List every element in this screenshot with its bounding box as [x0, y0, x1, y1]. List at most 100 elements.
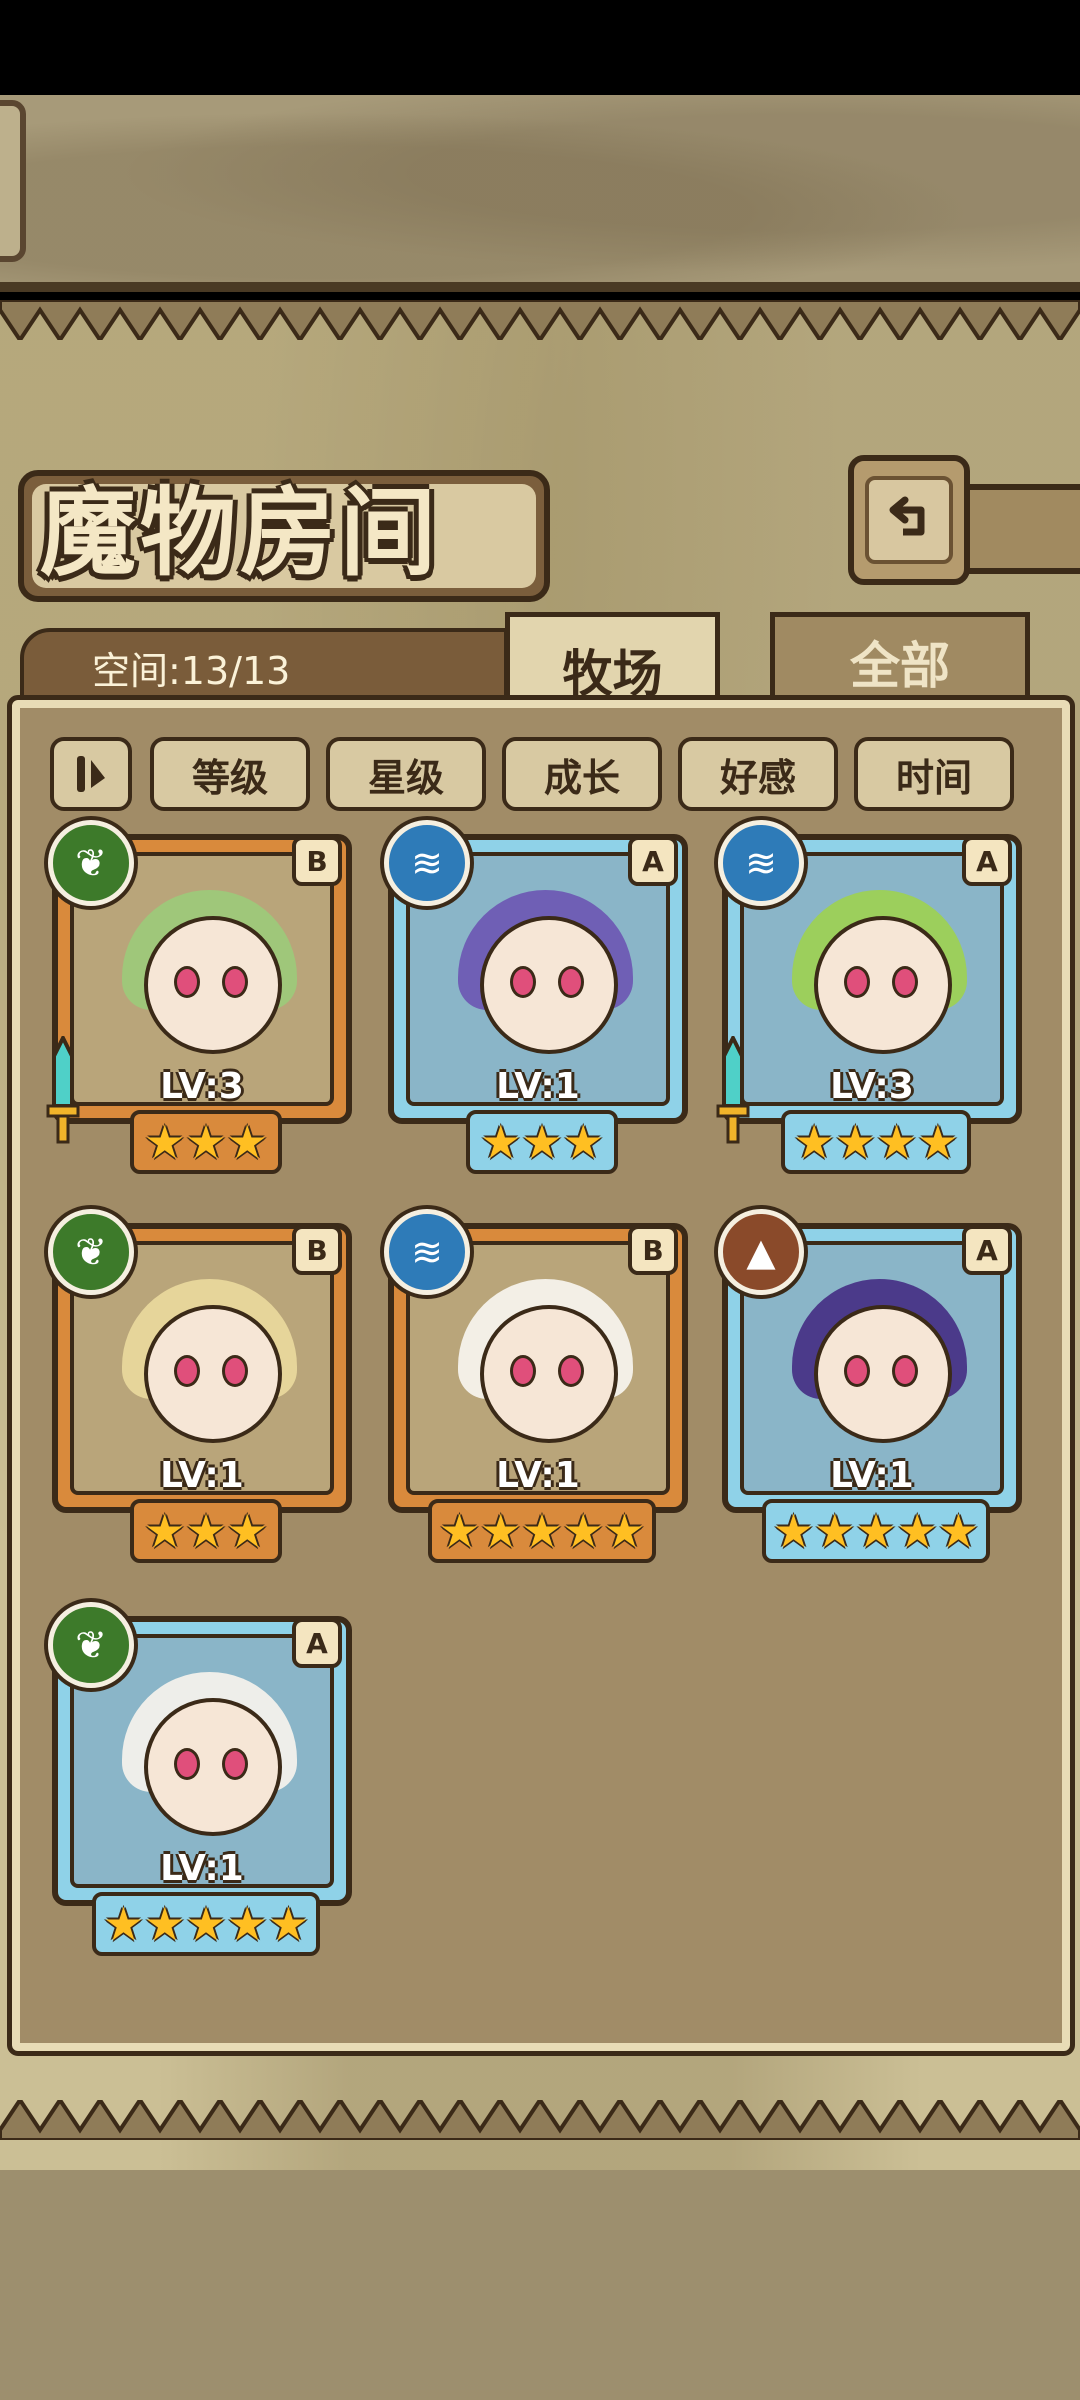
- star-icon: ★: [226, 1897, 268, 1951]
- divider: [0, 282, 1080, 292]
- star-icon: ★: [226, 1115, 268, 1169]
- star-icon: ★: [144, 1504, 186, 1558]
- rank-badge: B: [292, 1225, 342, 1275]
- monster-eye: [892, 966, 918, 998]
- star-icon: ★: [855, 1504, 897, 1558]
- sort-order-toggle[interactable]: [50, 737, 132, 811]
- monster-face: [144, 1305, 282, 1443]
- water-icon: ≋: [384, 1209, 470, 1295]
- rank-badge: B: [628, 1225, 678, 1275]
- star-icon: ★: [267, 1897, 310, 1951]
- level-label: LV:3: [830, 1066, 914, 1107]
- monster-eye: [222, 966, 248, 998]
- star-rating: ★ ★ ★: [130, 1110, 282, 1174]
- star-icon: ★: [438, 1504, 481, 1558]
- monster-eye: [222, 1748, 248, 1780]
- monster-card[interactable]: B ❦ LV:1 ★ ★ ★: [48, 1209, 352, 1563]
- rank-badge: A: [962, 1225, 1012, 1275]
- star-icon: ★: [185, 1897, 227, 1951]
- sort-growth-button[interactable]: 成长: [502, 737, 662, 811]
- star-rating: ★ ★ ★: [466, 1110, 618, 1174]
- monster-eye: [174, 1355, 200, 1387]
- level-label: LV:1: [160, 1455, 244, 1496]
- earth-icon: ▲: [718, 1209, 804, 1295]
- monster-face: [480, 1305, 618, 1443]
- star-icon: ★: [603, 1504, 646, 1558]
- star-rating: ★ ★ ★: [130, 1499, 282, 1563]
- back-button[interactable]: [848, 455, 970, 585]
- star-icon: ★: [480, 1504, 522, 1558]
- monster-face: [814, 1305, 952, 1443]
- star-icon: ★: [521, 1504, 563, 1558]
- level-label: LV:1: [160, 1848, 244, 1889]
- star-rating: ★ ★ ★ ★ ★: [92, 1892, 320, 1956]
- star-icon: ★: [144, 1897, 186, 1951]
- world-map-bottom: [0, 2170, 1080, 2400]
- left-handle: [0, 100, 26, 262]
- level-label: LV:1: [496, 1455, 580, 1496]
- rank-badge: A: [628, 836, 678, 886]
- rank-badge: B: [292, 836, 342, 886]
- rank-badge: A: [292, 1618, 342, 1668]
- tab-all[interactable]: 全部: [770, 612, 1030, 712]
- monster-eye: [174, 1748, 200, 1780]
- star-icon: ★: [562, 1504, 604, 1558]
- monster-face: [144, 1698, 282, 1836]
- sort-affection-button[interactable]: 好感: [678, 737, 838, 811]
- star-icon: ★: [480, 1115, 522, 1169]
- world-map-top: [0, 95, 1080, 290]
- monster-eye: [510, 966, 536, 998]
- monster-face: [480, 916, 618, 1054]
- star-icon: ★: [937, 1504, 980, 1558]
- zigzag-top: [0, 300, 1080, 340]
- status-bar: [0, 0, 1080, 95]
- star-rating: ★ ★ ★ ★: [781, 1110, 971, 1174]
- monster-card[interactable]: A ≋ LV:1 ★ ★ ★: [384, 820, 688, 1174]
- star-icon: ★: [144, 1115, 186, 1169]
- grass-icon: ❦: [48, 820, 134, 906]
- star-icon: ★: [562, 1115, 604, 1169]
- monster-card[interactable]: A ❦ LV:1 ★ ★ ★ ★ ★: [48, 1602, 352, 1956]
- capacity-text: 空间:13/13: [92, 649, 291, 693]
- sword-icon: [46, 1036, 80, 1144]
- star-icon: ★: [102, 1897, 145, 1951]
- page-title: 魔物房间: [40, 477, 440, 589]
- star-icon: ★: [917, 1115, 959, 1169]
- monster-card[interactable]: A ≋ LV:3 ★ ★ ★ ★: [716, 820, 1022, 1174]
- monster-face: [814, 916, 952, 1054]
- star-icon: ★: [876, 1115, 918, 1169]
- monster-eye: [558, 1355, 584, 1387]
- monster-eye: [174, 966, 200, 998]
- star-icon: ★: [793, 1115, 835, 1169]
- star-icon: ★: [185, 1504, 227, 1558]
- sword-icon: [716, 1036, 750, 1144]
- monster-card[interactable]: B ❦ LV:3 ★ ★ ★: [46, 820, 352, 1174]
- zigzag-bottom: [0, 2100, 1080, 2140]
- star-rating: ★ ★ ★ ★ ★: [762, 1499, 990, 1563]
- star-icon: ★: [521, 1115, 563, 1169]
- return-arrow-icon: [889, 496, 925, 536]
- water-icon: ≋: [718, 820, 804, 906]
- level-label: LV:1: [830, 1455, 914, 1496]
- monster-eye: [558, 966, 584, 998]
- monster-eye: [510, 1355, 536, 1387]
- sort-level-button[interactable]: 等级: [150, 737, 310, 811]
- star-icon: ★: [772, 1504, 815, 1558]
- grass-icon: ❦: [48, 1602, 134, 1688]
- monster-face: [144, 916, 282, 1054]
- star-icon: ★: [226, 1504, 268, 1558]
- grass-icon: ❦: [48, 1209, 134, 1295]
- level-label: LV:3: [160, 1066, 244, 1107]
- monster-card[interactable]: B ≋ LV:1 ★ ★ ★ ★ ★: [384, 1209, 688, 1563]
- sort-star-button[interactable]: 星级: [326, 737, 486, 811]
- monster-eye: [222, 1355, 248, 1387]
- monster-eye: [844, 966, 870, 998]
- level-label: LV:1: [496, 1066, 580, 1107]
- sort-time-button[interactable]: 时间: [854, 737, 1014, 811]
- monster-card[interactable]: A ▲ LV:1 ★ ★ ★ ★ ★: [718, 1209, 1022, 1563]
- star-icon: ★: [185, 1115, 227, 1169]
- star-icon: ★: [814, 1504, 856, 1558]
- monster-eye: [844, 1355, 870, 1387]
- sort-toggle-icon: [77, 756, 105, 792]
- monster-eye: [892, 1355, 918, 1387]
